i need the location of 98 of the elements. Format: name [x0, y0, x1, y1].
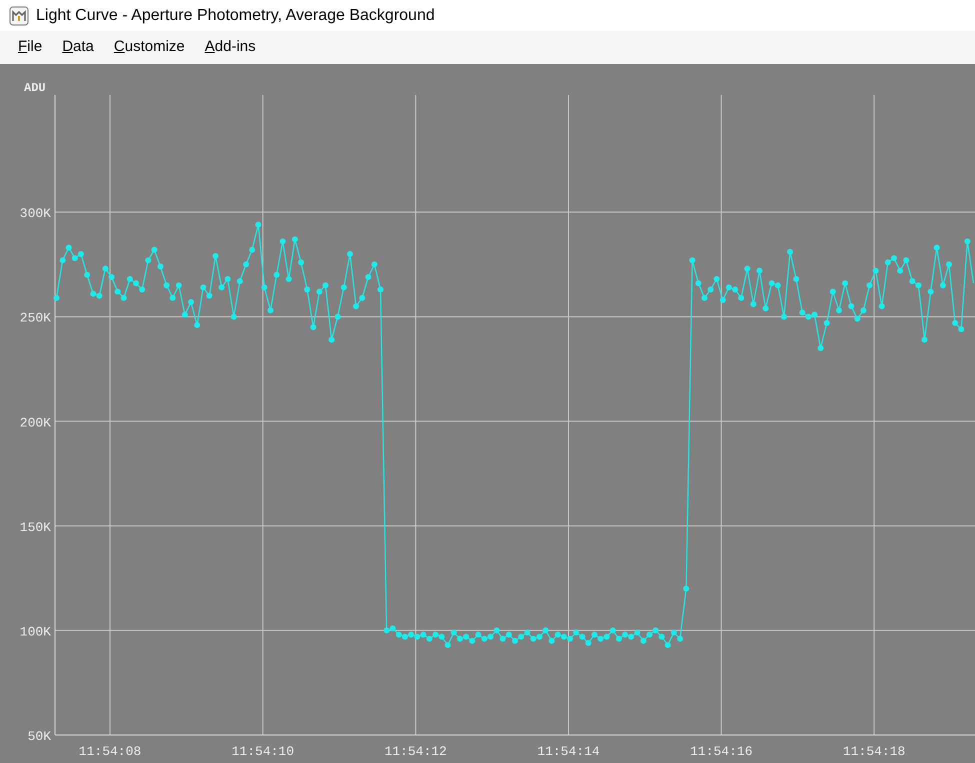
data-point: [695, 280, 702, 286]
data-point: [793, 276, 800, 282]
axis-tick-label: 50K: [28, 729, 51, 744]
data-point: [371, 261, 378, 268]
data-point: [842, 280, 848, 286]
data-point: [664, 642, 671, 648]
data-point: [378, 286, 384, 292]
data-point: [170, 294, 176, 301]
data-point: [872, 268, 879, 274]
axis-tick-label: 11:54:08: [78, 744, 142, 759]
data-point: [738, 294, 744, 301]
data-point: [818, 345, 824, 352]
data-point: [212, 253, 218, 260]
data-point: [164, 282, 170, 288]
data-point: [346, 250, 353, 257]
axis-tick-label: 11:54:12: [384, 744, 447, 759]
data-point: [365, 274, 372, 280]
data-point: [310, 324, 316, 330]
data-point: [922, 336, 928, 343]
data-point: [194, 322, 200, 328]
data-point: [720, 296, 726, 303]
data-point: [934, 244, 940, 251]
data-point: [830, 288, 836, 295]
data-point: [230, 314, 237, 320]
data-point: [903, 257, 910, 264]
data-point: [304, 286, 310, 292]
data-point: [702, 294, 708, 301]
data-point: [780, 314, 787, 320]
data-point: [274, 272, 280, 278]
axis-tick-label: 11:54:14: [537, 744, 600, 759]
data-point: [860, 307, 866, 314]
data-point: [708, 286, 714, 292]
axis-tick-label: 200K: [20, 415, 51, 430]
data-point: [261, 284, 268, 290]
menu-item[interactable]: File: [18, 36, 42, 59]
data-point: [334, 314, 341, 320]
data-point: [151, 246, 158, 253]
data-point: [54, 294, 60, 301]
data-point: [255, 222, 262, 228]
data-point: [762, 305, 769, 312]
data-point: [188, 299, 194, 306]
data-point: [824, 320, 830, 326]
axis-tick-label: 11:54:10: [232, 744, 294, 759]
data-point: [218, 284, 225, 290]
data-point: [280, 238, 286, 244]
data-point: [744, 266, 750, 272]
data-point: [292, 236, 298, 242]
data-point: [182, 312, 188, 318]
axis-title: ADU: [24, 81, 46, 95]
menu-item[interactable]: Data: [62, 36, 94, 59]
data-point: [200, 284, 206, 290]
menu-item[interactable]: Customize: [114, 36, 185, 59]
data-point: [340, 284, 347, 290]
data-point: [176, 282, 182, 288]
axis-tick-label: 300K: [20, 206, 51, 222]
data-point: [683, 586, 690, 592]
axis-tick-label: 11:54:18: [842, 744, 906, 759]
data-point: [866, 282, 873, 288]
data-point: [267, 307, 274, 314]
data-point: [224, 276, 231, 282]
axis-tick-label: 11:54:16: [690, 744, 753, 759]
data-point: [787, 248, 794, 255]
data-point: [836, 307, 842, 314]
axis-tick-label: 100K: [20, 624, 51, 640]
data-point: [84, 272, 90, 278]
data-point: [940, 282, 946, 288]
data-point: [236, 278, 243, 284]
axis-tick-label: 250K: [20, 310, 51, 326]
data-point: [946, 261, 952, 268]
data-point: [714, 276, 720, 282]
data-point: [286, 276, 292, 282]
data-point: [928, 288, 934, 295]
data-point: [249, 246, 256, 253]
data-point: [108, 274, 115, 280]
app-icon: [9, 6, 29, 26]
data-point: [298, 259, 304, 266]
data-point: [848, 303, 854, 310]
data-point: [145, 257, 152, 264]
data-point: [60, 257, 66, 264]
data-point: [328, 336, 335, 343]
data-point: [444, 642, 451, 648]
data-point: [157, 264, 164, 270]
menu-item[interactable]: Add-ins: [204, 36, 256, 59]
data-point: [878, 303, 885, 310]
data-point: [66, 244, 72, 251]
data-point: [897, 268, 904, 274]
data-point: [353, 303, 360, 310]
axis-tick-label: 150K: [20, 520, 51, 535]
data-point: [243, 261, 250, 268]
data-point: [359, 294, 366, 301]
data-point: [750, 301, 756, 308]
data-point: [689, 257, 696, 264]
data-point: [964, 238, 970, 244]
data-point: [854, 316, 860, 322]
data-point: [756, 268, 763, 274]
data-point: [102, 266, 108, 272]
data-point: [206, 292, 212, 299]
window-title: Light Curve - Aperture Photometry, Average Background: [36, 6, 435, 26]
